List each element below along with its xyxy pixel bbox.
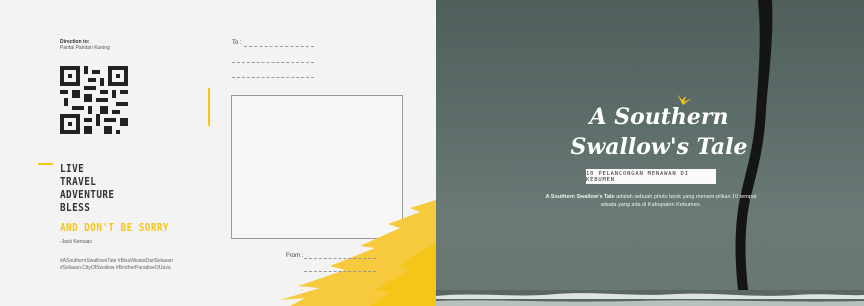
motto-dash: [38, 163, 53, 165]
quote-author: -Jack Kerouac: [60, 239, 92, 245]
hashtag-line-1: #ASouthernSwallowsTale #BisaWisataDariSe…: [60, 258, 173, 264]
direction-value: Pantai Pandan Kuning: [60, 45, 110, 51]
qr-code-icon: [60, 66, 128, 134]
motto-line-travel: TRAVEL: [60, 175, 97, 188]
postcard-back: Direction to: Pantai Pandan Kuning To : …: [0, 0, 436, 306]
from-address-line-2: [304, 271, 376, 272]
to-label: To :: [232, 40, 242, 46]
description-bold: A Southern Swallow's Tale: [545, 194, 615, 200]
postcard-front: A Southern Swallow's Tale 10 PELANCONGAN…: [436, 0, 864, 306]
title-line-1: A Southern: [587, 104, 728, 130]
to-address-line-3: [232, 77, 314, 78]
hashtag-line-2: #Selasan.CityOfSwallow #BrotherParadiseO…: [60, 265, 171, 271]
title-line-2: Swallow's Tale: [570, 134, 747, 160]
yellow-brush-stroke: [280, 200, 436, 306]
subtitle-banner: 10 PELANCONGAN MENAWAN DI KEBUMEN: [586, 169, 716, 184]
description: A Southern Swallow's Tale adalah sebuah …: [544, 193, 758, 209]
from-label: From :: [286, 253, 304, 259]
sea-waves: [436, 290, 864, 306]
hashtags: #ASouthernSwallowsTale #BisaWisataDariSe…: [60, 258, 210, 272]
to-address-line-2: [232, 62, 314, 63]
from-address-line-1: [304, 258, 376, 259]
description-rest: adalah sebuah photo book yang menam-pilk…: [600, 194, 757, 208]
motto-line-highlight: AND DON'T BE SORRY: [60, 221, 169, 234]
motto-line-bless: BLESS: [60, 201, 91, 214]
motto-line-live: LIVE: [60, 162, 85, 175]
yellow-divider: [208, 88, 210, 126]
title-lettering: A Southern Swallow's Tale: [570, 94, 748, 160]
to-address-line-1: [244, 46, 314, 47]
motto-line-adventure: ADVENTURE: [60, 188, 115, 201]
